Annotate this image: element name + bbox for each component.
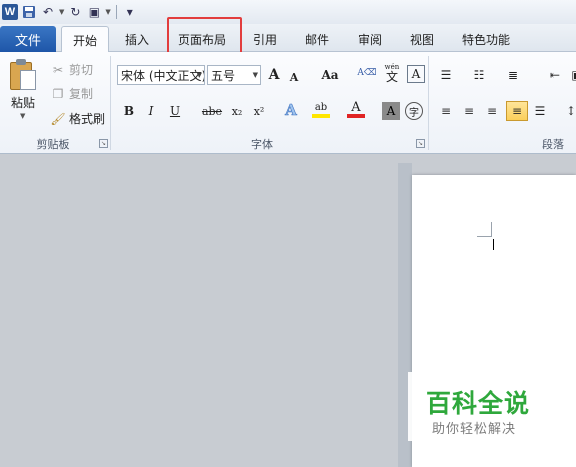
tab-file[interactable]: 文件	[0, 26, 56, 52]
text-effect-button[interactable]: A	[282, 101, 300, 120]
phonetic-guide-button[interactable]: wén 文	[381, 62, 403, 84]
paste-icon[interactable]	[8, 58, 38, 92]
subscript-button[interactable]: x₂	[228, 102, 246, 120]
margin-corner-mark	[477, 236, 492, 237]
margin-corner-mark	[491, 222, 492, 237]
save-icon[interactable]	[21, 4, 37, 20]
cut-button[interactable]: ✂ 剪切	[50, 61, 93, 78]
chevron-down-icon: ▼	[252, 71, 258, 79]
justify-icon[interactable]: ≡	[506, 101, 528, 121]
watermark-subtitle: 助你轻松解决	[432, 422, 517, 437]
ribbon: 粘贴 ▼ ✂ 剪切 ❐ 复制 🖌 格式刷 剪贴板 ↘ 宋体 (中文正文) ▼ 五号 ▼ A…	[0, 52, 576, 154]
highlight-button[interactable]: ab	[312, 100, 330, 118]
tab-page-layout[interactable]: 页面布局	[170, 26, 234, 52]
italic-button[interactable]: I	[142, 102, 160, 120]
enclose-character-button[interactable]: 字	[405, 102, 423, 120]
scissors-icon: ✂	[52, 62, 64, 77]
print-preview-icon[interactable]: ▣	[86, 4, 102, 20]
numbering-icon[interactable]: ☷	[470, 66, 488, 84]
tab-view[interactable]: 视图	[402, 26, 442, 52]
align-center-icon[interactable]: ≡	[460, 102, 478, 120]
brush-icon: 🖌	[50, 111, 66, 126]
paragraph-group-label: 段落	[542, 138, 564, 151]
strikethrough-button[interactable]: abe	[200, 102, 224, 120]
distributed-icon[interactable]: ☰	[531, 102, 549, 120]
tab-home[interactable]: 开始	[61, 26, 109, 53]
undo-icon[interactable]: ↶	[40, 4, 56, 20]
copy-icon: ❐	[52, 86, 64, 101]
superscript-button[interactable]: x²	[250, 102, 268, 120]
tab-mailings[interactable]: 邮件	[296, 26, 338, 52]
character-border-button[interactable]: A	[407, 65, 425, 83]
font-group-label: 字体	[251, 138, 273, 151]
tab-insert[interactable]: 插入	[116, 26, 158, 52]
align-right-icon[interactable]: ≡	[483, 102, 501, 120]
font-color-button[interactable]: A	[347, 100, 365, 118]
watermark-logo: 百科全说 助你轻松解决	[408, 372, 554, 441]
ribbon-tabs: 文件 开始 插入 页面布局 引用 邮件 审阅 视图 特色功能	[0, 24, 576, 53]
shrink-font-button[interactable]: A	[285, 68, 303, 86]
format-painter-button[interactable]: 🖌 格式刷	[50, 110, 105, 127]
underline-button[interactable]: U	[166, 102, 184, 120]
multilevel-list-icon[interactable]: ≣	[504, 66, 522, 84]
font-launcher-icon[interactable]: ↘	[416, 139, 425, 148]
paste-dropdown-icon[interactable]: ▼	[20, 112, 25, 120]
tab-references[interactable]: 引用	[246, 26, 284, 52]
tab-review[interactable]: 审阅	[350, 26, 390, 52]
tab-special-features[interactable]: 特色功能	[454, 26, 518, 52]
clipboard-group-label: 剪贴板	[36, 138, 70, 151]
bold-button[interactable]: B	[120, 102, 138, 120]
clear-format-button[interactable]: A⌫	[357, 64, 376, 82]
watermark-title: 百科全说	[426, 389, 531, 418]
bullets-icon[interactable]: ☰	[437, 66, 455, 84]
redo-icon[interactable]: ↻	[67, 4, 83, 20]
font-size-combo[interactable]: 五号 ▼	[207, 65, 261, 85]
customize-icon[interactable]: ▾	[122, 4, 138, 20]
print-dropdown-icon[interactable]: ▼	[105, 8, 110, 16]
grow-font-button[interactable]: A	[265, 66, 283, 84]
change-case-button[interactable]: Aa	[318, 66, 342, 84]
chevron-down-icon: ▼	[196, 71, 202, 79]
word-logo-icon: W	[2, 4, 18, 20]
copy-button[interactable]: ❐ 复制	[50, 85, 93, 102]
character-shading-button[interactable]: A	[382, 102, 400, 120]
clipboard-launcher-icon[interactable]: ↘	[99, 139, 108, 148]
decrease-indent-icon[interactable]: ⇤	[546, 66, 564, 84]
undo-dropdown-icon[interactable]: ▼	[59, 8, 64, 16]
quick-access-toolbar: W ↶ ▼ ↻ ▣ ▼ ▾	[0, 0, 576, 24]
text-cursor	[493, 239, 494, 250]
font-name-combo[interactable]: 宋体 (中文正文) ▼	[117, 65, 205, 85]
line-spacing-icon[interactable]: ↕	[562, 102, 576, 120]
increase-indent-icon[interactable]: ▣	[568, 66, 576, 84]
align-left-icon[interactable]: ≡	[437, 102, 455, 120]
paste-button[interactable]: 粘贴	[11, 94, 35, 111]
